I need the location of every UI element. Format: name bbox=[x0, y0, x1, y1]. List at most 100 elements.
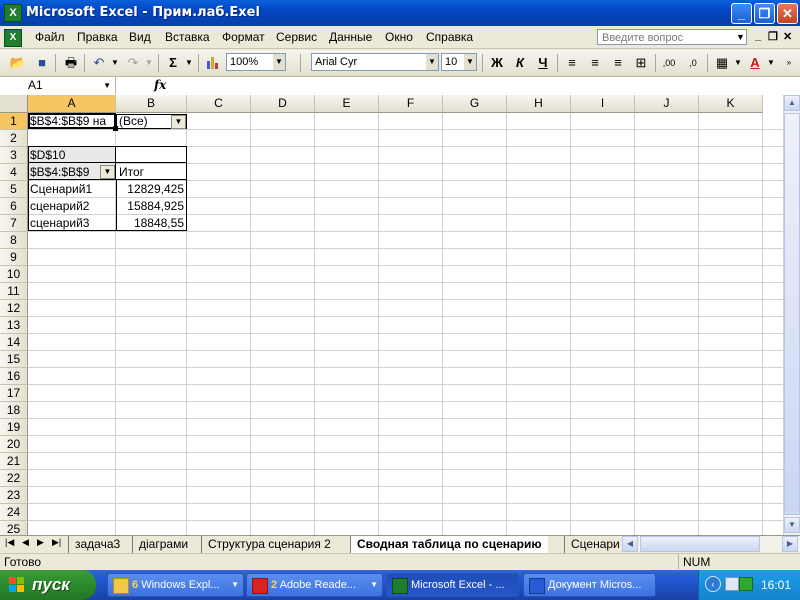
row-header-10[interactable]: 10 bbox=[0, 266, 28, 283]
menu-help[interactable]: Справка bbox=[426, 30, 473, 44]
chevron-down-icon[interactable]: ▼ bbox=[729, 54, 747, 72]
task-microsoft-excel[interactable]: Microsoft Excel - ... bbox=[386, 573, 519, 597]
clock[interactable]: 16:01 bbox=[761, 578, 791, 592]
h-scroll-thumb[interactable] bbox=[640, 536, 760, 552]
row-header-4[interactable]: 4 bbox=[0, 164, 28, 181]
column-header-a[interactable]: A bbox=[28, 95, 116, 113]
workbook-icon[interactable]: X bbox=[4, 29, 22, 47]
bold-button[interactable]: Ж bbox=[488, 54, 506, 72]
chevron-down-icon[interactable]: ▼ bbox=[140, 54, 158, 72]
formula-input[interactable] bbox=[175, 78, 775, 93]
align-right-icon[interactable]: ≡ bbox=[609, 54, 627, 72]
column-header-b[interactable]: B bbox=[116, 95, 187, 113]
task-word-document[interactable]: Документ Micros... bbox=[523, 573, 656, 597]
align-left-icon[interactable]: ≡ bbox=[563, 54, 581, 72]
column-header-f[interactable]: F bbox=[379, 95, 443, 113]
network-icon[interactable] bbox=[725, 577, 739, 591]
row-header-17[interactable]: 17 bbox=[0, 385, 28, 402]
row-header-3[interactable]: 3 bbox=[0, 147, 28, 164]
start-button[interactable]: пуск bbox=[0, 570, 96, 600]
scroll-right-button[interactable]: ▶ bbox=[782, 536, 798, 552]
prev-sheet-icon[interactable]: ◀ bbox=[22, 537, 29, 548]
chevron-down-icon[interactable]: ▼ bbox=[180, 54, 198, 72]
menu-tools[interactable]: Сервис bbox=[276, 30, 317, 44]
sheet-tab-scenario[interactable]: Сценари bbox=[564, 536, 623, 553]
cell-a4[interactable]: $B$4:$B$9 bbox=[30, 164, 100, 180]
italic-button[interactable]: К bbox=[511, 54, 529, 72]
cell-b1[interactable]: (Все) bbox=[119, 113, 169, 129]
scroll-up-button[interactable]: ▲ bbox=[784, 95, 800, 111]
decrease-decimal-icon[interactable]: ,0 bbox=[684, 54, 702, 72]
column-header-c[interactable]: C bbox=[187, 95, 251, 113]
doc-restore-button[interactable]: ❐ bbox=[768, 30, 778, 43]
doc-minimize-button[interactable]: _ bbox=[755, 30, 761, 42]
font-name-combo[interactable]: Arial Cyr ▼ bbox=[311, 53, 439, 71]
horizontal-scrollbar[interactable]: ◀ ▶ bbox=[622, 535, 800, 552]
menu-window[interactable]: Окно bbox=[385, 30, 413, 44]
chevron-down-icon[interactable]: ▼ bbox=[273, 54, 285, 70]
row-header-9[interactable]: 9 bbox=[0, 249, 28, 266]
chevron-down-icon[interactable]: ▼ bbox=[426, 54, 438, 70]
row-header-14[interactable]: 14 bbox=[0, 334, 28, 351]
scroll-thumb[interactable] bbox=[784, 113, 800, 515]
column-header-i[interactable]: I bbox=[571, 95, 635, 113]
scroll-down-button[interactable]: ▼ bbox=[784, 517, 800, 533]
tray-expand-icon[interactable]: ‹ bbox=[705, 576, 721, 592]
row-field-dropdown[interactable]: ▼ bbox=[100, 165, 115, 179]
row-header-16[interactable]: 16 bbox=[0, 368, 28, 385]
chevron-down-icon[interactable]: ▼ bbox=[464, 54, 476, 70]
row-header-8[interactable]: 8 bbox=[0, 232, 28, 249]
menu-file[interactable]: Файл bbox=[35, 30, 65, 44]
sheet-tab-diagrams[interactable]: діаграми bbox=[132, 536, 194, 553]
menu-insert[interactable]: Вставка bbox=[165, 30, 210, 44]
open-icon[interactable]: 📂 bbox=[9, 54, 27, 72]
row-header-22[interactable]: 22 bbox=[0, 470, 28, 487]
chevron-down-icon[interactable]: ▼ bbox=[106, 54, 124, 72]
row-header-12[interactable]: 12 bbox=[0, 300, 28, 317]
row-header-20[interactable]: 20 bbox=[0, 436, 28, 453]
row-header-11[interactable]: 11 bbox=[0, 283, 28, 300]
close-button[interactable]: ✕ bbox=[777, 3, 798, 24]
save-icon[interactable]: ■ bbox=[33, 54, 51, 72]
cell-a1[interactable]: $B$4:$B$9 на bbox=[30, 113, 114, 129]
print-icon[interactable]: 🖶 bbox=[62, 54, 80, 72]
select-all-corner[interactable] bbox=[0, 95, 28, 113]
row-header-6[interactable]: 6 bbox=[0, 198, 28, 215]
toolbar-options-icon[interactable]: » bbox=[780, 54, 798, 72]
minimize-button[interactable]: _ bbox=[731, 3, 752, 24]
row-header-15[interactable]: 15 bbox=[0, 351, 28, 368]
cell-a7[interactable]: сценарий3 bbox=[30, 215, 114, 231]
scroll-left-button[interactable]: ◀ bbox=[622, 536, 638, 552]
row-header-25[interactable]: 25 bbox=[0, 521, 28, 535]
sheet-tab-pivot[interactable]: Сводная таблица по сценарию bbox=[350, 536, 548, 553]
column-header-d[interactable]: D bbox=[251, 95, 315, 113]
align-center-icon[interactable]: ≡ bbox=[586, 54, 604, 72]
chevron-down-icon[interactable]: ▼ bbox=[736, 32, 745, 42]
cell-b6[interactable]: 15884,925 bbox=[118, 198, 184, 214]
row-header-18[interactable]: 18 bbox=[0, 402, 28, 419]
menu-edit[interactable]: Правка bbox=[77, 30, 118, 44]
cell-b4[interactable]: Итог bbox=[119, 164, 185, 180]
row-header-1[interactable]: 1 bbox=[0, 113, 28, 130]
merge-center-icon[interactable]: ⊞ bbox=[632, 54, 650, 72]
column-header-j[interactable]: J bbox=[635, 95, 699, 113]
doc-close-button[interactable]: ✕ bbox=[783, 30, 792, 43]
name-box[interactable]: A1 ▼ bbox=[0, 77, 116, 94]
first-sheet-icon[interactable]: |◀ bbox=[5, 537, 14, 548]
chart-wizard-icon[interactable] bbox=[204, 54, 222, 72]
column-header-g[interactable]: G bbox=[443, 95, 507, 113]
cell-b5[interactable]: 12829,425 bbox=[118, 181, 184, 197]
cell-b7[interactable]: 18848,55 bbox=[118, 215, 184, 231]
menu-view[interactable]: Вид bbox=[129, 30, 151, 44]
row-header-2[interactable]: 2 bbox=[0, 130, 28, 147]
row-header-7[interactable]: 7 bbox=[0, 215, 28, 232]
last-sheet-icon[interactable]: ▶| bbox=[52, 537, 61, 548]
row-header-24[interactable]: 24 bbox=[0, 504, 28, 521]
tray-app-icon[interactable] bbox=[739, 577, 753, 591]
task-adobe-reader[interactable]: 2 Adobe Reade... ▼ bbox=[246, 573, 383, 597]
row-header-23[interactable]: 23 bbox=[0, 487, 28, 504]
menu-format[interactable]: Формат bbox=[222, 30, 265, 44]
cell-a5[interactable]: Сценарий1 bbox=[30, 181, 114, 197]
cell-a3[interactable]: $D$10 bbox=[30, 147, 114, 163]
menu-data[interactable]: Данные bbox=[329, 30, 372, 44]
